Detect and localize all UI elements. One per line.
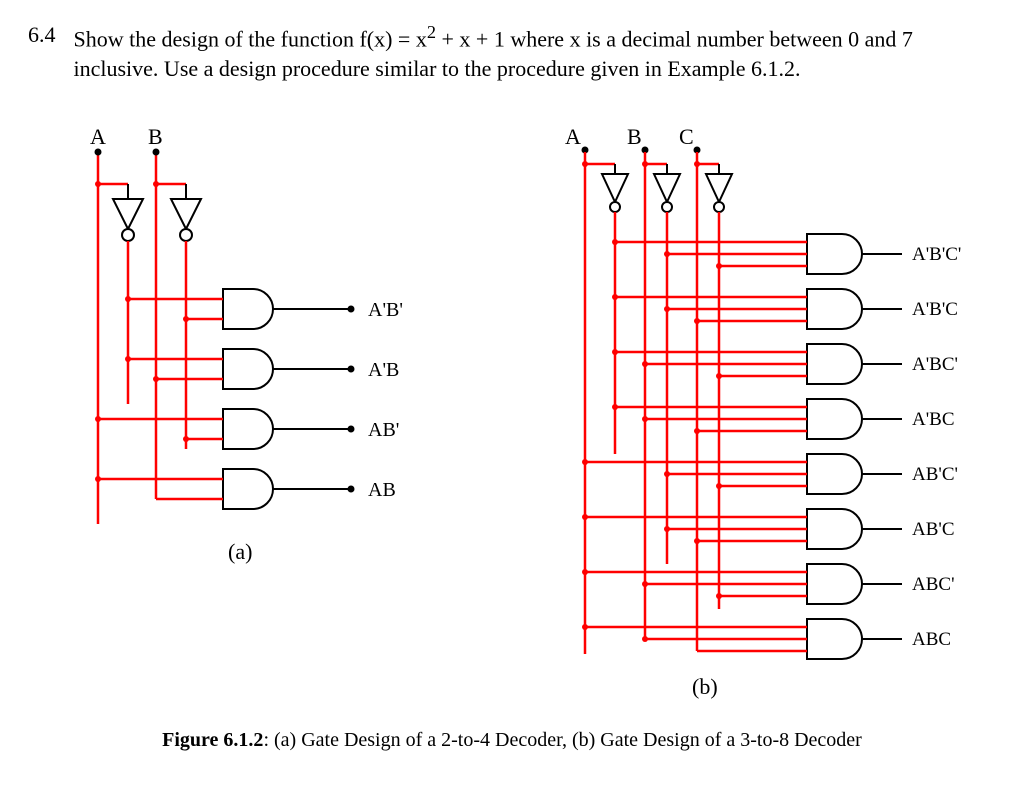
diagram-b: A B C	[507, 124, 977, 709]
diagram-b-label: (b)	[692, 674, 718, 699]
and-gate-b6: ABC'	[582, 564, 955, 604]
output-b5: AB'C	[912, 519, 955, 540]
diagram-a: A B	[48, 124, 428, 599]
output-label-2: AB'	[368, 419, 399, 441]
output-b0: A'B'C'	[912, 244, 961, 265]
exponent: 2	[427, 22, 436, 42]
output-b3: A'BC	[912, 409, 955, 430]
dot	[94, 148, 101, 155]
and-gate-b1: A'B'C	[612, 289, 958, 329]
and-gate-b5: AB'C	[582, 509, 955, 549]
decoder-3to8-svg: A B C	[507, 124, 977, 704]
and-gate-b0: A'B'C'	[612, 234, 961, 274]
output-b7: ABC	[912, 629, 951, 650]
input-c-label-b: C	[679, 124, 694, 149]
output-label-1: A'B	[368, 359, 399, 381]
output-label-3: AB	[368, 479, 396, 501]
figure-caption: Figure 6.1.2: (a) Gate Design of a 2-to-…	[28, 729, 996, 752]
output-b2: A'BC'	[912, 354, 958, 375]
input-a-label-b: A	[565, 124, 581, 149]
output-b6: ABC'	[912, 574, 955, 595]
decoder-2to4-svg: A B	[48, 124, 428, 594]
and-gate-3: AB	[95, 464, 396, 509]
output-label-0: A'B'	[368, 299, 403, 321]
figure-text: : (a) Gate Design of a 2-to-4 Decoder, (…	[263, 729, 861, 751]
inverter-b-b	[642, 161, 680, 564]
output-b4: AB'C'	[912, 464, 958, 485]
and-gate-1: A'B	[125, 349, 399, 389]
junction	[95, 181, 101, 187]
figure-label: Figure 6.1.2	[162, 729, 263, 751]
inverter-a-b	[582, 161, 628, 454]
dot	[152, 148, 159, 155]
problem-statement: 6.4 Show the design of the function f(x)…	[28, 20, 996, 84]
problem-text-prefix: Show the design of the function f(x) = x	[74, 26, 427, 51]
problem-number: 6.4	[28, 20, 56, 84]
input-b-label-b: B	[627, 124, 642, 149]
problem-text-mid2: Example 6.1.2.	[667, 56, 800, 81]
junction	[153, 181, 159, 187]
diagram-a-label: (a)	[228, 539, 252, 564]
input-a-label: A	[90, 124, 106, 149]
and-gate-b4: AB'C'	[582, 454, 958, 494]
and-gate-b2: A'BC'	[612, 344, 958, 384]
and-gate-0: A'B'	[125, 289, 403, 329]
problem-text: Show the design of the function f(x) = x…	[74, 20, 997, 84]
and-gate-b7: ABC	[582, 619, 951, 659]
and-gate-b3: A'BC	[612, 399, 955, 439]
inverter-a	[113, 184, 143, 404]
diagrams-container: A B	[28, 124, 996, 709]
input-b-label: B	[148, 124, 163, 149]
output-b1: A'B'C	[912, 299, 958, 320]
and-gate-2: AB'	[95, 409, 399, 449]
